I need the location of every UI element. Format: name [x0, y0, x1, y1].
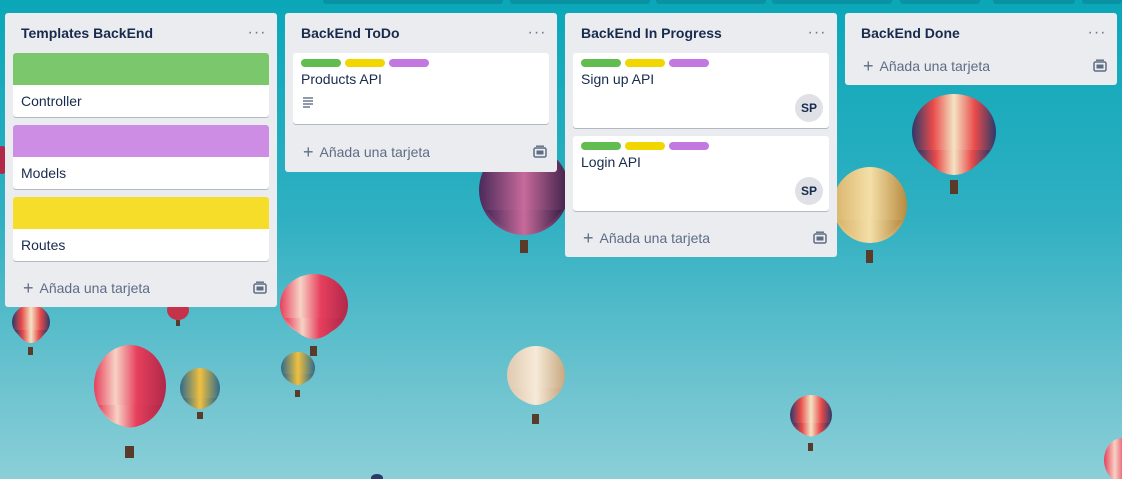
- label-purple[interactable]: [669, 59, 709, 67]
- card-routes[interactable]: Routes: [13, 197, 269, 261]
- plus-icon: +: [863, 56, 874, 76]
- label-green[interactable]: [581, 142, 621, 150]
- label-yellow[interactable]: [625, 142, 665, 150]
- card-template-icon[interactable]: [813, 231, 827, 245]
- card-cover: [13, 197, 269, 229]
- ellipsis-icon[interactable]: ···: [1085, 21, 1109, 45]
- card-labels: [581, 59, 821, 67]
- add-card-button[interactable]: + Añada una tarjeta: [583, 228, 711, 248]
- add-card-button[interactable]: + Añada una tarjeta: [23, 278, 151, 298]
- label-purple[interactable]: [389, 59, 429, 67]
- card-labels: [301, 59, 541, 67]
- list-templates-backend: Templates BackEnd ··· Controller Models …: [5, 13, 277, 307]
- label-purple[interactable]: [669, 142, 709, 150]
- card-title: Sign up API: [581, 71, 655, 87]
- add-card-row: + Añada una tarjeta: [285, 132, 557, 172]
- list-header: Templates BackEnd ···: [5, 13, 277, 53]
- card-title: Login API: [581, 154, 641, 170]
- list-backend-todo: BackEnd ToDo ··· Products API + Añada un…: [285, 13, 557, 172]
- label-green[interactable]: [301, 59, 341, 67]
- ellipsis-icon[interactable]: ···: [245, 21, 269, 45]
- list-title[interactable]: BackEnd ToDo: [301, 25, 400, 41]
- card-title: Controller: [21, 93, 82, 109]
- card-title: Models: [21, 165, 67, 181]
- label-yellow[interactable]: [345, 59, 385, 67]
- list-header: BackEnd ToDo ···: [285, 13, 557, 53]
- add-card-label: Añada una tarjeta: [599, 230, 711, 246]
- card-template-icon[interactable]: [533, 145, 547, 159]
- plus-icon: +: [303, 142, 314, 162]
- ellipsis-icon[interactable]: ···: [805, 21, 829, 45]
- add-card-row: + Añada una tarjeta: [845, 47, 1117, 85]
- member-avatar[interactable]: SP: [795, 177, 823, 205]
- add-card-label: Añada una tarjeta: [319, 144, 431, 160]
- add-card-button[interactable]: + Añada una tarjeta: [303, 142, 431, 162]
- plus-icon: +: [583, 228, 594, 248]
- add-card-button[interactable]: + Añada una tarjeta: [863, 56, 991, 76]
- add-card-label: Añada una tarjeta: [879, 58, 991, 74]
- card-title: Routes: [21, 237, 66, 253]
- card-models[interactable]: Models: [13, 125, 269, 189]
- list-backend-in-progress: BackEnd In Progress ··· Sign up API SP L…: [565, 13, 837, 257]
- card-labels: [581, 142, 821, 150]
- card-cover: [13, 53, 269, 85]
- add-card-row: + Añada una tarjeta: [565, 219, 837, 257]
- ellipsis-icon[interactable]: ···: [525, 21, 549, 45]
- card-products-api[interactable]: Products API: [293, 53, 549, 124]
- list-title[interactable]: BackEnd In Progress: [581, 25, 722, 41]
- card-template-icon[interactable]: [1093, 59, 1107, 73]
- label-green[interactable]: [581, 59, 621, 67]
- card-title: Products API: [301, 71, 382, 87]
- list-title[interactable]: Templates BackEnd: [21, 25, 153, 41]
- list-backend-done: BackEnd Done ··· + Añada una tarjeta: [845, 13, 1117, 85]
- member-avatar[interactable]: SP: [795, 94, 823, 122]
- plus-icon: +: [23, 278, 34, 298]
- add-card-row: + Añada una tarjeta: [5, 269, 277, 307]
- add-card-label: Añada una tarjeta: [39, 280, 151, 296]
- card-template-icon[interactable]: [253, 281, 267, 295]
- card-login-api[interactable]: Login API SP: [573, 136, 829, 211]
- card-controller[interactable]: Controller: [13, 53, 269, 117]
- card-cover: [13, 125, 269, 157]
- description-icon: [303, 97, 313, 108]
- card-sign-up-api[interactable]: Sign up API SP: [573, 53, 829, 128]
- list-header: BackEnd In Progress ···: [565, 13, 837, 53]
- label-yellow[interactable]: [625, 59, 665, 67]
- list-title[interactable]: BackEnd Done: [861, 25, 960, 41]
